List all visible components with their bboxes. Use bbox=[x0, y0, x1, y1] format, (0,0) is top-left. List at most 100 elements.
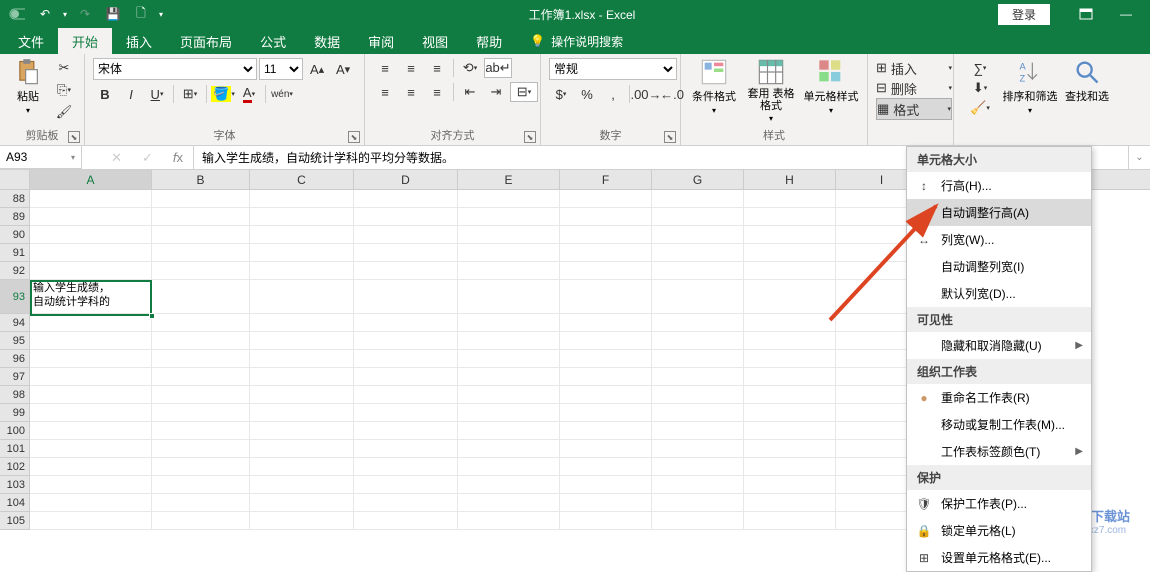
menu-item-lock[interactable]: 🔒锁定单元格(L) bbox=[907, 517, 1091, 544]
cell[interactable] bbox=[354, 244, 458, 262]
cell[interactable] bbox=[744, 262, 836, 280]
cell[interactable] bbox=[354, 458, 458, 476]
cell[interactable] bbox=[744, 512, 836, 530]
cell[interactable] bbox=[30, 262, 152, 280]
increase-indent-button[interactable]: ⇥ bbox=[484, 82, 508, 102]
cell[interactable] bbox=[250, 226, 354, 244]
row-header[interactable]: 96 bbox=[0, 350, 30, 368]
column-header[interactable]: B bbox=[152, 170, 250, 189]
cell[interactable] bbox=[652, 512, 744, 530]
tab-help[interactable]: 帮助 bbox=[462, 28, 516, 54]
cell[interactable] bbox=[354, 332, 458, 350]
cell[interactable] bbox=[30, 512, 152, 530]
cell[interactable] bbox=[744, 332, 836, 350]
row-header[interactable]: 99 bbox=[0, 404, 30, 422]
undo-dropdown[interactable]: ▾ bbox=[60, 2, 70, 26]
cell[interactable] bbox=[354, 314, 458, 332]
cell[interactable] bbox=[458, 314, 560, 332]
cell[interactable] bbox=[354, 422, 458, 440]
font-size-select[interactable]: 11 bbox=[259, 58, 303, 80]
cell[interactable] bbox=[152, 280, 250, 314]
cell[interactable] bbox=[744, 368, 836, 386]
cell[interactable] bbox=[250, 494, 354, 512]
delete-cells-button[interactable]: ⊟删除▾ bbox=[876, 78, 952, 98]
row-header[interactable]: 89 bbox=[0, 208, 30, 226]
cell[interactable] bbox=[652, 350, 744, 368]
cell[interactable] bbox=[152, 494, 250, 512]
cell[interactable] bbox=[250, 368, 354, 386]
new-file-icon[interactable]: 🗋 bbox=[128, 2, 154, 26]
cell[interactable] bbox=[560, 404, 652, 422]
cell[interactable] bbox=[652, 208, 744, 226]
cell[interactable] bbox=[152, 476, 250, 494]
column-header[interactable]: A bbox=[30, 170, 152, 189]
align-left-button[interactable]: ≡ bbox=[373, 82, 397, 102]
cell[interactable] bbox=[152, 190, 250, 208]
cell[interactable] bbox=[652, 458, 744, 476]
name-box[interactable]: A93▾ bbox=[0, 146, 82, 169]
increase-decimal-button[interactable]: .00→ bbox=[634, 84, 658, 104]
menu-item-format-cells[interactable]: ⊞设置单元格格式(E)... bbox=[907, 544, 1091, 571]
menu-item-rename[interactable]: ●重命名工作表(R) bbox=[907, 384, 1091, 411]
cell[interactable] bbox=[250, 332, 354, 350]
column-header[interactable]: C bbox=[250, 170, 354, 189]
row-header[interactable]: 92 bbox=[0, 262, 30, 280]
row-header[interactable]: 103 bbox=[0, 476, 30, 494]
clear-button[interactable]: 🧹▾ bbox=[962, 98, 998, 118]
cell[interactable] bbox=[744, 190, 836, 208]
comma-button[interactable]: , bbox=[601, 84, 625, 104]
cell[interactable] bbox=[560, 244, 652, 262]
menu-item-tab-color[interactable]: 工作表标签颜色(T)▶ bbox=[907, 438, 1091, 465]
cell[interactable] bbox=[560, 476, 652, 494]
menu-item-row-height[interactable]: ↕行高(H)... bbox=[907, 172, 1091, 199]
decrease-font-button[interactable]: A▾ bbox=[331, 59, 355, 79]
tab-view[interactable]: 视图 bbox=[408, 28, 462, 54]
cell[interactable] bbox=[30, 476, 152, 494]
row-header[interactable]: 94 bbox=[0, 314, 30, 332]
cell[interactable] bbox=[250, 404, 354, 422]
cell[interactable] bbox=[560, 368, 652, 386]
cell[interactable] bbox=[744, 476, 836, 494]
row-header[interactable]: 98 bbox=[0, 386, 30, 404]
ribbon-display-options[interactable] bbox=[1066, 0, 1106, 28]
increase-font-button[interactable]: A▴ bbox=[305, 59, 329, 79]
cell[interactable] bbox=[152, 440, 250, 458]
cell[interactable] bbox=[744, 226, 836, 244]
column-header[interactable]: E bbox=[458, 170, 560, 189]
cell[interactable] bbox=[744, 280, 836, 314]
orientation-button[interactable]: ⟲▾ bbox=[458, 58, 482, 78]
cell[interactable] bbox=[458, 476, 560, 494]
cell[interactable] bbox=[458, 422, 560, 440]
autosum-button[interactable]: ∑▾ bbox=[962, 58, 998, 78]
cell[interactable] bbox=[152, 244, 250, 262]
cut-button[interactable]: ✂ bbox=[52, 58, 76, 78]
row-header[interactable]: 100 bbox=[0, 422, 30, 440]
cell[interactable] bbox=[152, 262, 250, 280]
cell[interactable] bbox=[744, 440, 836, 458]
cell[interactable] bbox=[652, 404, 744, 422]
cell[interactable] bbox=[458, 208, 560, 226]
cell[interactable] bbox=[560, 332, 652, 350]
format-painter-button[interactable]: 🖌 bbox=[52, 102, 76, 122]
cell[interactable] bbox=[152, 422, 250, 440]
cell[interactable] bbox=[652, 476, 744, 494]
fill-button[interactable]: ⬇▾ bbox=[962, 78, 998, 98]
tab-layout[interactable]: 页面布局 bbox=[166, 28, 246, 54]
cell[interactable] bbox=[354, 262, 458, 280]
cell[interactable] bbox=[250, 280, 354, 314]
sort-filter-button[interactable]: AZ 排序和筛选▾ bbox=[1002, 58, 1058, 115]
cell[interactable] bbox=[458, 280, 560, 314]
cell[interactable] bbox=[458, 386, 560, 404]
cell[interactable] bbox=[744, 314, 836, 332]
select-all-corner[interactable] bbox=[0, 170, 30, 189]
cell[interactable] bbox=[152, 208, 250, 226]
cell[interactable] bbox=[458, 350, 560, 368]
format-as-table-button[interactable]: 套用 表格格式▾ bbox=[743, 58, 799, 123]
cell[interactable] bbox=[560, 422, 652, 440]
cell[interactable] bbox=[560, 512, 652, 530]
clipboard-dialog[interactable]: ⬊ bbox=[68, 131, 80, 143]
cell[interactable] bbox=[30, 494, 152, 512]
cell[interactable] bbox=[152, 314, 250, 332]
cell[interactable] bbox=[560, 190, 652, 208]
cell[interactable] bbox=[744, 350, 836, 368]
